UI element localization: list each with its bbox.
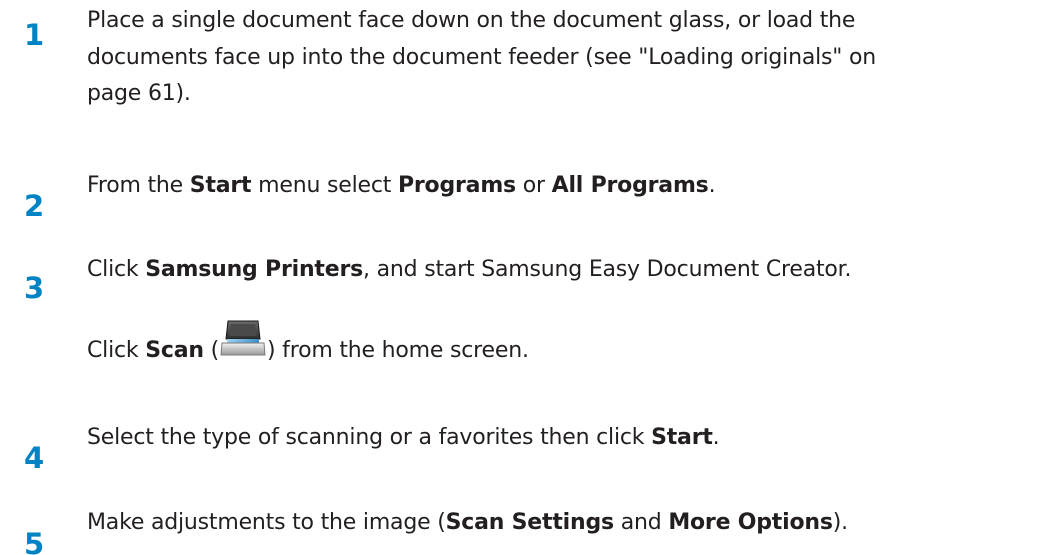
step-text-segment: , and start Samsung Easy Document Creato… bbox=[363, 257, 852, 282]
step-number: 3 bbox=[24, 271, 45, 305]
step-text-segment: Click bbox=[87, 338, 146, 363]
step-number: 2 bbox=[24, 189, 45, 223]
step-number: 4 bbox=[24, 441, 45, 475]
menu-name-all-programs: All Programs bbox=[551, 173, 709, 198]
step-number: 5 bbox=[24, 527, 45, 555]
menu-name-start: Start bbox=[189, 173, 252, 198]
step-text-segment: menu select bbox=[251, 173, 398, 198]
step-text: Make adjustments to the image (Scan Sett… bbox=[87, 505, 1012, 542]
step-text-segment: . bbox=[708, 173, 716, 198]
step-text-segment: ). bbox=[832, 510, 848, 535]
program-name-samsung-printers: Samsung Printers bbox=[145, 257, 364, 282]
step-text-segment: ( bbox=[203, 338, 220, 363]
scanner-icon bbox=[220, 320, 266, 356]
step-number: 1 bbox=[24, 18, 45, 52]
step-text: From the Start menu select Programs or A… bbox=[87, 168, 1012, 205]
option-name-more-options: More Options bbox=[668, 510, 833, 535]
step-text-segment: Click bbox=[87, 257, 146, 282]
step-text: Select the type of scanning or a favorit… bbox=[87, 420, 1012, 457]
step-text-segment: ) from the home screen. bbox=[267, 338, 529, 363]
step-text-line: documents face up into the document feed… bbox=[87, 44, 877, 70]
step-text-line: page 61). bbox=[87, 81, 191, 106]
instruction-page: { "steps": [ { "number": "1", "lines": [… bbox=[0, 0, 1038, 555]
step-text: Click Samsung Printers, and start Samsun… bbox=[87, 252, 1012, 289]
step-text-segment: . bbox=[712, 425, 720, 450]
step-text-segment: From the bbox=[87, 173, 190, 198]
option-name-scan-settings: Scan Settings bbox=[445, 510, 615, 535]
button-name-scan: Scan bbox=[145, 338, 204, 363]
menu-name-programs: Programs bbox=[397, 173, 516, 198]
step-subtext: Click Scan () from the home screen. bbox=[87, 317, 1012, 370]
step-text-line: Place a single document face down on the… bbox=[87, 8, 856, 33]
step-text-segment: or bbox=[515, 173, 552, 198]
step-text: Place a single document face down on the… bbox=[87, 3, 1012, 113]
step-text-segment: and bbox=[613, 510, 669, 535]
step-text-segment: Make adjustments to the image ( bbox=[87, 510, 446, 535]
step-text-segment: Select the type of scanning or a favorit… bbox=[87, 425, 652, 450]
button-name-start: Start bbox=[651, 425, 713, 450]
